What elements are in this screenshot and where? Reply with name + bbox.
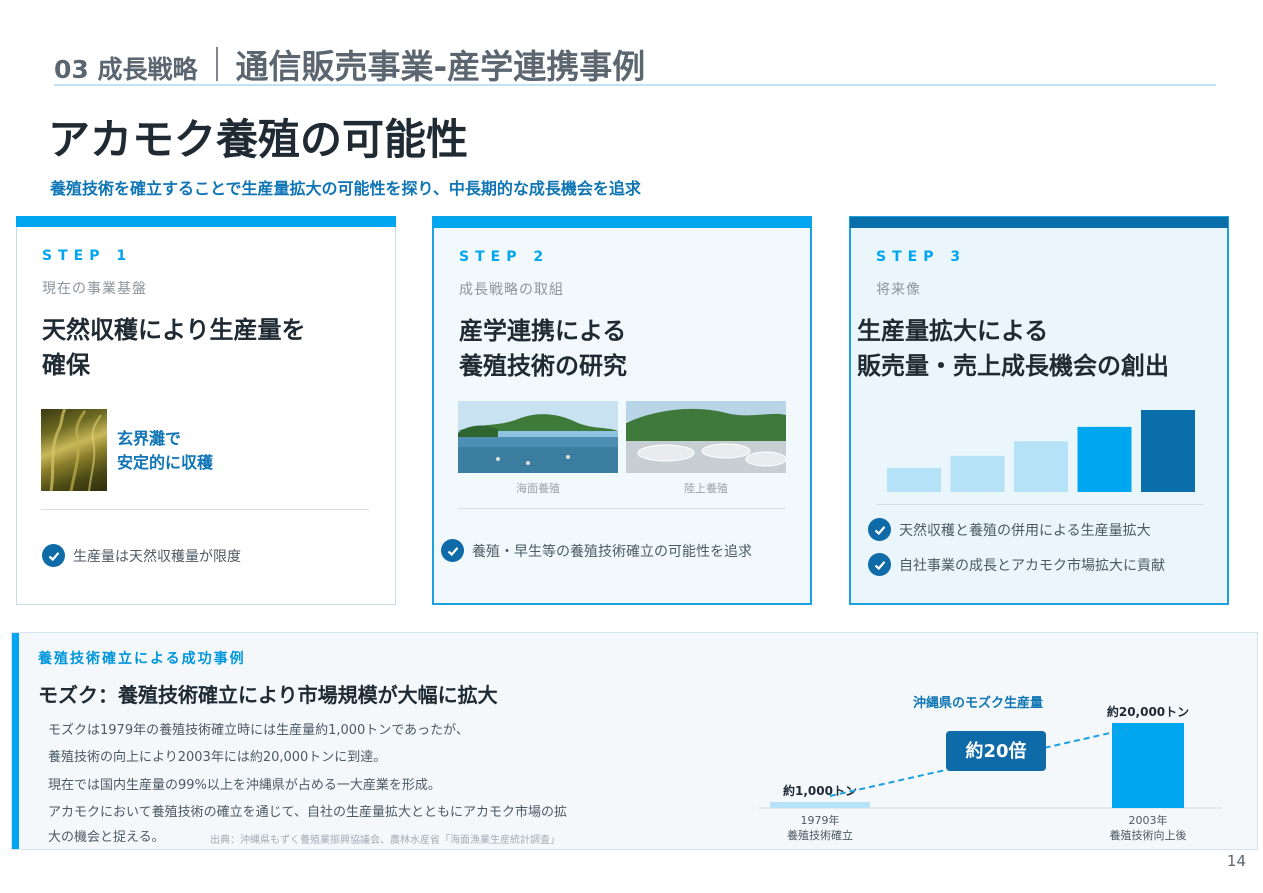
category-label: 養殖技術向上後: [1110, 828, 1187, 842]
land-farming-photo: [626, 401, 786, 473]
step-subtitle: 現在の事業基盤: [42, 281, 147, 297]
check-circle-icon: [42, 544, 65, 567]
page-title: アカモク養殖の可能性: [48, 115, 469, 164]
step-title: 天然収穫により生産量を 確保: [42, 316, 306, 379]
growth-bar-chart: [887, 410, 1195, 492]
check-circle-icon: [868, 553, 891, 576]
step-title: 産学連携による 養殖技術の研究: [459, 317, 627, 380]
step-card-3: STEP 3 将来像 生産量拡大による 販売量・売上成長機会の創出 天然収穫と養…: [849, 216, 1229, 605]
case-source: 出典：沖縄県もずく養殖業振興協議会、農林水産省「海面漁業生産統計調査」: [210, 835, 560, 846]
step-card-top-bar: [16, 216, 396, 227]
card-divider: [877, 504, 1203, 505]
check-circle-icon: [868, 518, 891, 541]
chart-title: 沖縄県のモズク生産量: [913, 695, 1043, 711]
check-circle-icon: [441, 539, 464, 562]
photo-caption: 海面養殖: [516, 482, 560, 495]
check-item: 養殖・早生等の養殖技術確立の可能性を追求: [441, 539, 752, 562]
page-number: 14: [1226, 852, 1246, 870]
page-subtitle: 養殖技術を確立することで生産量拡大の可能性を探り、中長期的な成長機会を追求: [50, 179, 641, 198]
case-accent-bar: [12, 633, 19, 849]
case-text-line: 現在では国内生産量の99%以上を沖縄県が占める一大産業を形成。: [48, 778, 441, 793]
header-underline: [54, 84, 1216, 86]
section-divider: [215, 47, 218, 81]
check-item: 自社事業の成長とアカモク市場拡大に貢献: [868, 553, 1165, 576]
section-number: 03 成長戦略: [54, 55, 198, 84]
seaweed-caption: 玄界灘で 安定的に収穫: [117, 429, 214, 472]
sea-farming-photo: [458, 401, 618, 473]
step-label: STEP 2: [459, 249, 550, 265]
photo-caption: 陸上養殖: [684, 482, 728, 495]
seaweed-photo: [41, 408, 107, 492]
step-subtitle: 成長戦略の取組: [459, 282, 564, 298]
card-divider: [41, 509, 369, 510]
bar-value-label: 約20,000トン: [1107, 704, 1189, 719]
growth-bar: [1141, 410, 1195, 492]
bar-value-label: 約1,000トン: [783, 783, 857, 798]
case-text-line: アカモクにおいて養殖技術の確立を通じて、自社の生産量拡大とともにアカモク市場の拡: [48, 805, 567, 820]
growth-bar: [1014, 441, 1068, 492]
case-label: 養殖技術確立による成功事例: [38, 651, 246, 667]
check-text: 養殖・早生等の養殖技術確立の可能性を追求: [472, 543, 752, 560]
category-label: 養殖技術確立: [787, 828, 853, 842]
step-card-top-bar: [433, 217, 811, 228]
case-text-line: モズクは1979年の養殖技術確立時には生産量約1,000トンであったが、: [48, 723, 469, 738]
step-card-1: STEP 1 現在の事業基盤 天然収穫により生産量を 確保 玄界灘で 安定的に収…: [16, 216, 396, 605]
category-label: 1979年: [801, 813, 840, 827]
case-text-line: 大の機会と捉える。: [48, 830, 165, 845]
step-title: 生産量拡大による 販売量・売上成長機会の創出: [857, 317, 1169, 380]
mozuku-bar: [770, 802, 870, 808]
step-label: STEP 1: [42, 248, 133, 264]
mozuku-bar: [1112, 723, 1184, 808]
check-item: 天然収穫と養殖の併用による生産量拡大: [868, 518, 1151, 541]
category-label: 2003年: [1129, 813, 1168, 827]
check-item: 生産量は天然収穫量が限度: [42, 544, 241, 567]
growth-bar: [1077, 426, 1132, 492]
mozuku-production-chart: 沖縄県のモズク生産量約1,000トン 1979年養殖技術確立 約20,000トン 20…: [758, 695, 1222, 842]
step-subtitle: 将来像: [876, 282, 921, 298]
check-text: 生産量は天然収穫量が限度: [73, 548, 241, 565]
case-text-line: 養殖技術の向上により2003年には約20,000トンに到達。: [48, 750, 387, 765]
section-title: 通信販売事業-産学連携事例: [235, 47, 646, 86]
step-card-top-bar: [850, 217, 1228, 228]
check-text: 自社事業の成長とアカモク市場拡大に貢献: [899, 557, 1165, 574]
multiplier-label: 約20倍: [965, 740, 1026, 762]
case-study-panel: 養殖技術確立による成功事例 モズク：養殖技術確立により市場規模が大幅に拡大 モズ…: [11, 632, 1258, 850]
growth-bar: [887, 467, 941, 492]
check-text: 天然収穫と養殖の併用による生産量拡大: [899, 522, 1151, 539]
growth-bar: [950, 455, 1005, 492]
step-card-2: STEP 2 成長戦略の取組 産学連携による 養殖技術の研究 海面養殖 陸上養殖…: [432, 216, 812, 605]
card-divider: [458, 508, 786, 509]
step-label: STEP 3: [876, 249, 967, 265]
section-header: 03 成長戦略 通信販売事業-産学連携事例: [54, 40, 645, 88]
case-title: モズク：養殖技術確立により市場規模が大幅に拡大: [38, 683, 498, 707]
